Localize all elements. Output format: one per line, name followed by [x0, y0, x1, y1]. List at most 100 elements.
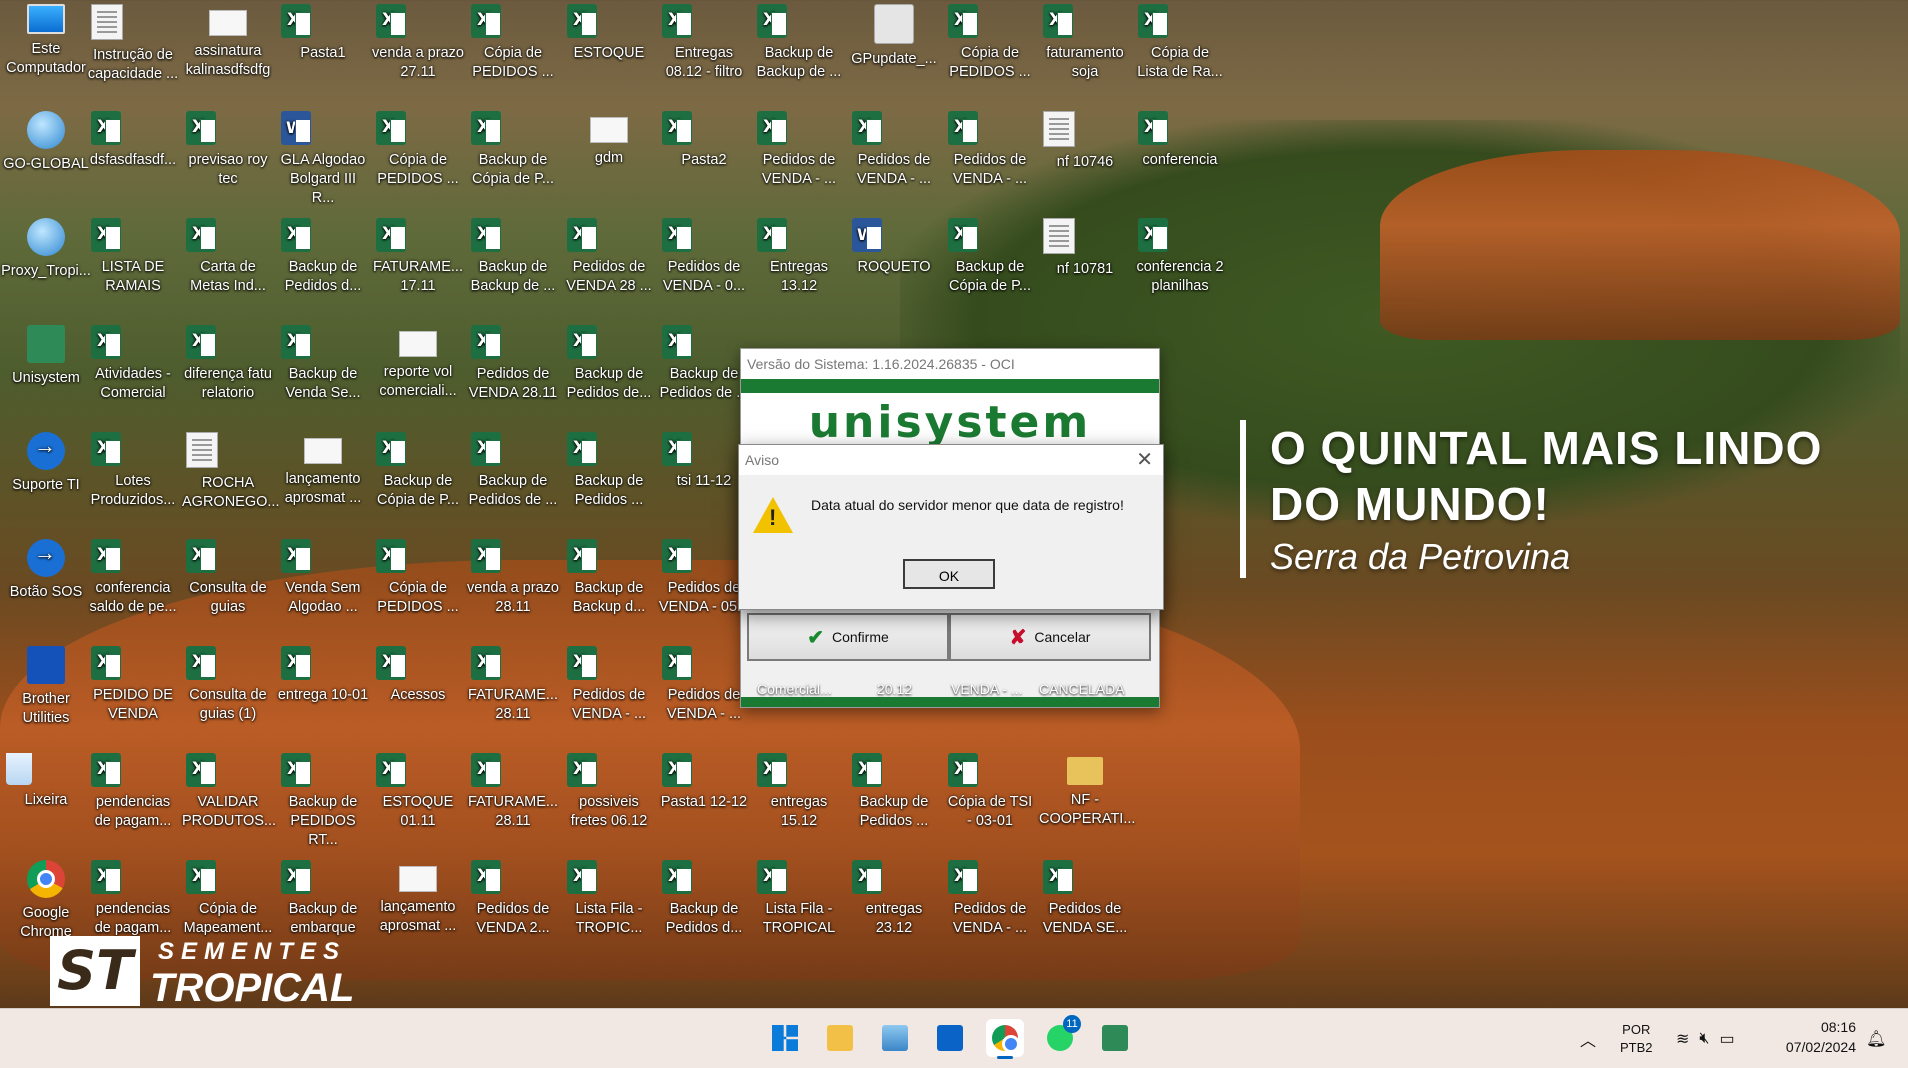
desktop-icon[interactable]: Carta de Metas Ind... [182, 216, 274, 320]
desktop-icon[interactable]: Backup de Backup de ... [753, 2, 845, 106]
taskbar-photos[interactable] [876, 1019, 914, 1057]
desktop-icon[interactable]: NF - COOPERATI... [1039, 751, 1135, 855]
desktop-icon[interactable]: Proxy_Tropi... [0, 216, 92, 320]
desktop-icon[interactable]: possiveis fretes 06.12 [563, 751, 655, 855]
desktop-icon[interactable]: venda a prazo 27.11 [372, 2, 464, 106]
taskbar-whatsapp[interactable]: 11 [1041, 1015, 1081, 1057]
desktop-icon[interactable]: Pedidos de VENDA - ... [753, 109, 845, 213]
desktop-icon[interactable]: Cópia de TSI - 03-01 [944, 751, 1036, 855]
desktop-icon[interactable]: entregas 23.12 [848, 858, 940, 962]
desktop-icon[interactable]: Backup de Venda Se... [277, 323, 369, 427]
desktop-icon[interactable]: PEDIDO DE VENDA [87, 644, 179, 748]
desktop-icon[interactable]: Consulta de guias (1) [182, 644, 274, 748]
desktop-icon[interactable]: Entregas 08.12 - filtro [658, 2, 750, 106]
desktop-icon[interactable]: Lotes Produzidos... [87, 430, 179, 534]
desktop-icon[interactable]: Pedidos de VENDA - ... [944, 858, 1036, 962]
desktop-icon[interactable]: Lixeira [0, 751, 92, 855]
close-icon[interactable]: ✕ [1136, 445, 1153, 475]
desktop-icon[interactable]: gdm [563, 109, 655, 213]
desktop-icon[interactable]: ROCHA AGRONEGO... [182, 430, 280, 534]
desktop-icon[interactable]: Pedidos de VENDA - 05... [658, 537, 750, 641]
desktop-icon[interactable]: Pedidos de VENDA 28.11 [467, 323, 559, 427]
desktop-icon[interactable]: Pasta1 [277, 2, 369, 106]
desktop-icon[interactable]: Pedidos de VENDA SE... [1039, 858, 1131, 962]
desktop-icon[interactable]: Lista Fila - TROPIC... [563, 858, 655, 962]
desktop-icon[interactable]: Pedidos de VENDA - ... [563, 644, 655, 748]
desktop-icon[interactable]: nf 10746 [1039, 109, 1131, 213]
desktop-icon[interactable]: previsao roy tec [182, 109, 274, 213]
desktop-icon[interactable]: Backup de Cópia de P... [467, 109, 559, 213]
desktop-icon[interactable]: Unisystem [0, 323, 92, 427]
desktop-icon[interactable]: Pedidos de VENDA - ... [944, 109, 1036, 213]
desktop-icon[interactable]: FATURAME... 28.11 [467, 751, 559, 855]
language-indicator[interactable]: POR PTB2 [1620, 1009, 1653, 1068]
desktop-icon[interactable]: Botão SOS [0, 537, 92, 641]
clock[interactable]: 08:16 07/02/2024 [1786, 1017, 1856, 1057]
cancel-button[interactable]: ✘ Cancelar [949, 613, 1151, 661]
notification-bell-icon[interactable]: 🔔︎ [1866, 1009, 1886, 1068]
desktop-icon[interactable]: Lista Fila - TROPICAL [753, 858, 845, 962]
desktop-icon[interactable]: Pedidos de VENDA 28 ... [563, 216, 655, 320]
desktop-icon[interactable]: Backup de Cópia de P... [372, 430, 464, 534]
desktop-icon[interactable]: Backup de Pedidos d... [277, 216, 369, 320]
desktop-icon[interactable]: tsi 11-12 [658, 430, 750, 534]
desktop-icon[interactable]: Cópia de PEDIDOS ... [467, 2, 559, 106]
desktop-icon[interactable]: entregas 15.12 [753, 751, 845, 855]
desktop-icon[interactable]: conferencia saldo de pe... [87, 537, 179, 641]
desktop-icon[interactable]: Pedidos de VENDA 2... [467, 858, 559, 962]
desktop-icon[interactable]: Pedidos de VENDA - 0... [658, 216, 750, 320]
desktop-icon[interactable]: Backup de PEDIDOS RT... [277, 751, 369, 855]
desktop-icon[interactable]: Cópia de PEDIDOS ... [372, 109, 464, 213]
desktop-icon[interactable]: entrega 10-01 [277, 644, 369, 748]
desktop-icon[interactable]: FATURAME... 17.11 [372, 216, 464, 320]
desktop-icon[interactable]: Acessos [372, 644, 464, 748]
desktop-icon[interactable]: FATURAME... 28.11 [467, 644, 559, 748]
desktop-icon[interactable]: Backup de Pedidos d... [658, 858, 750, 962]
desktop-icon[interactable]: pendencias de pagam... [87, 751, 179, 855]
desktop-icon[interactable]: Pasta2 [658, 109, 750, 213]
ok-button[interactable]: OK [903, 559, 995, 589]
chevron-up-icon[interactable]: ︿ [1580, 1027, 1596, 1051]
desktop-icon[interactable]: Suporte TI [0, 430, 92, 534]
desktop-icon[interactable]: LISTA DE RAMAIS [87, 216, 179, 320]
desktop-icon[interactable]: Backup de Backup d... [563, 537, 655, 641]
desktop-icon[interactable]: GO-GLOBAL [0, 109, 92, 213]
desktop-icon[interactable]: diferença fatu relatorio [182, 323, 274, 427]
desktop-icon[interactable]: lançamento aprosmat ... [372, 858, 464, 962]
desktop-icon[interactable]: Atividades - Comercial [87, 323, 179, 427]
desktop-icon[interactable]: nf 10781 [1039, 216, 1131, 320]
desktop-icon[interactable]: dsfasdfasdf... [87, 109, 179, 213]
taskbar-chrome[interactable] [986, 1019, 1024, 1059]
desktop-icon[interactable]: Entregas 13.12 [753, 216, 845, 320]
desktop-icon[interactable]: Instrução de capacidade ... [87, 2, 179, 106]
desktop-icon[interactable]: Cópia de PEDIDOS ... [372, 537, 464, 641]
desktop-icon[interactable]: Backup de Pedidos ... [848, 751, 940, 855]
desktop-icon[interactable]: lançamento aprosmat ... [277, 430, 369, 534]
desktop-icon[interactable]: Consulta de guias [182, 537, 274, 641]
desktop-icon[interactable]: assinatura kalinasdfsdfg [182, 2, 274, 106]
desktop-icon[interactable]: Backup de Pedidos de ... [467, 430, 559, 534]
desktop-icon[interactable]: GPupdate_... [848, 2, 940, 106]
desktop-icon[interactable]: Backup de Pedidos de... [563, 323, 655, 427]
desktop-icon[interactable]: GLA Algodao Bolgard III R... [277, 109, 369, 213]
desktop-icon[interactable]: faturamento soja [1039, 2, 1131, 106]
desktop-icon[interactable]: Cópia de PEDIDOS ... [944, 2, 1036, 106]
desktop-icon[interactable]: Backup de Backup de ... [467, 216, 559, 320]
desktop-icon[interactable]: Backup de Pedidos ... [563, 430, 655, 534]
desktop-icon[interactable]: Venda Sem Algodao ... [277, 537, 369, 641]
desktop-icon[interactable]: conferencia 2 planilhas [1134, 216, 1226, 320]
desktop-icon[interactable]: Backup de Pedidos de ... [658, 323, 750, 427]
desktop-icon[interactable]: reporte vol comerciali... [372, 323, 464, 427]
taskbar-file-explorer[interactable] [821, 1019, 859, 1057]
desktop-icon[interactable]: Backup de Cópia de P... [944, 216, 1036, 320]
desktop-icon[interactable]: conferencia [1134, 109, 1226, 213]
taskbar-unisystem[interactable] [1096, 1019, 1134, 1057]
desktop-icon[interactable]: Pasta1 12-12 [658, 751, 750, 855]
desktop-icon[interactable]: Brother Utilities [0, 644, 92, 748]
desktop-icon[interactable]: ESTOQUE [563, 2, 655, 106]
network-volume-battery[interactable]: ≋ 🔇︎ ▭ [1676, 1009, 1735, 1068]
desktop-icon[interactable]: ROQUETO [848, 216, 940, 320]
start-button[interactable] [766, 1019, 804, 1057]
desktop-icon[interactable]: ESTOQUE 01.11 [372, 751, 464, 855]
desktop-icon[interactable]: venda a prazo 28.11 [467, 537, 559, 641]
